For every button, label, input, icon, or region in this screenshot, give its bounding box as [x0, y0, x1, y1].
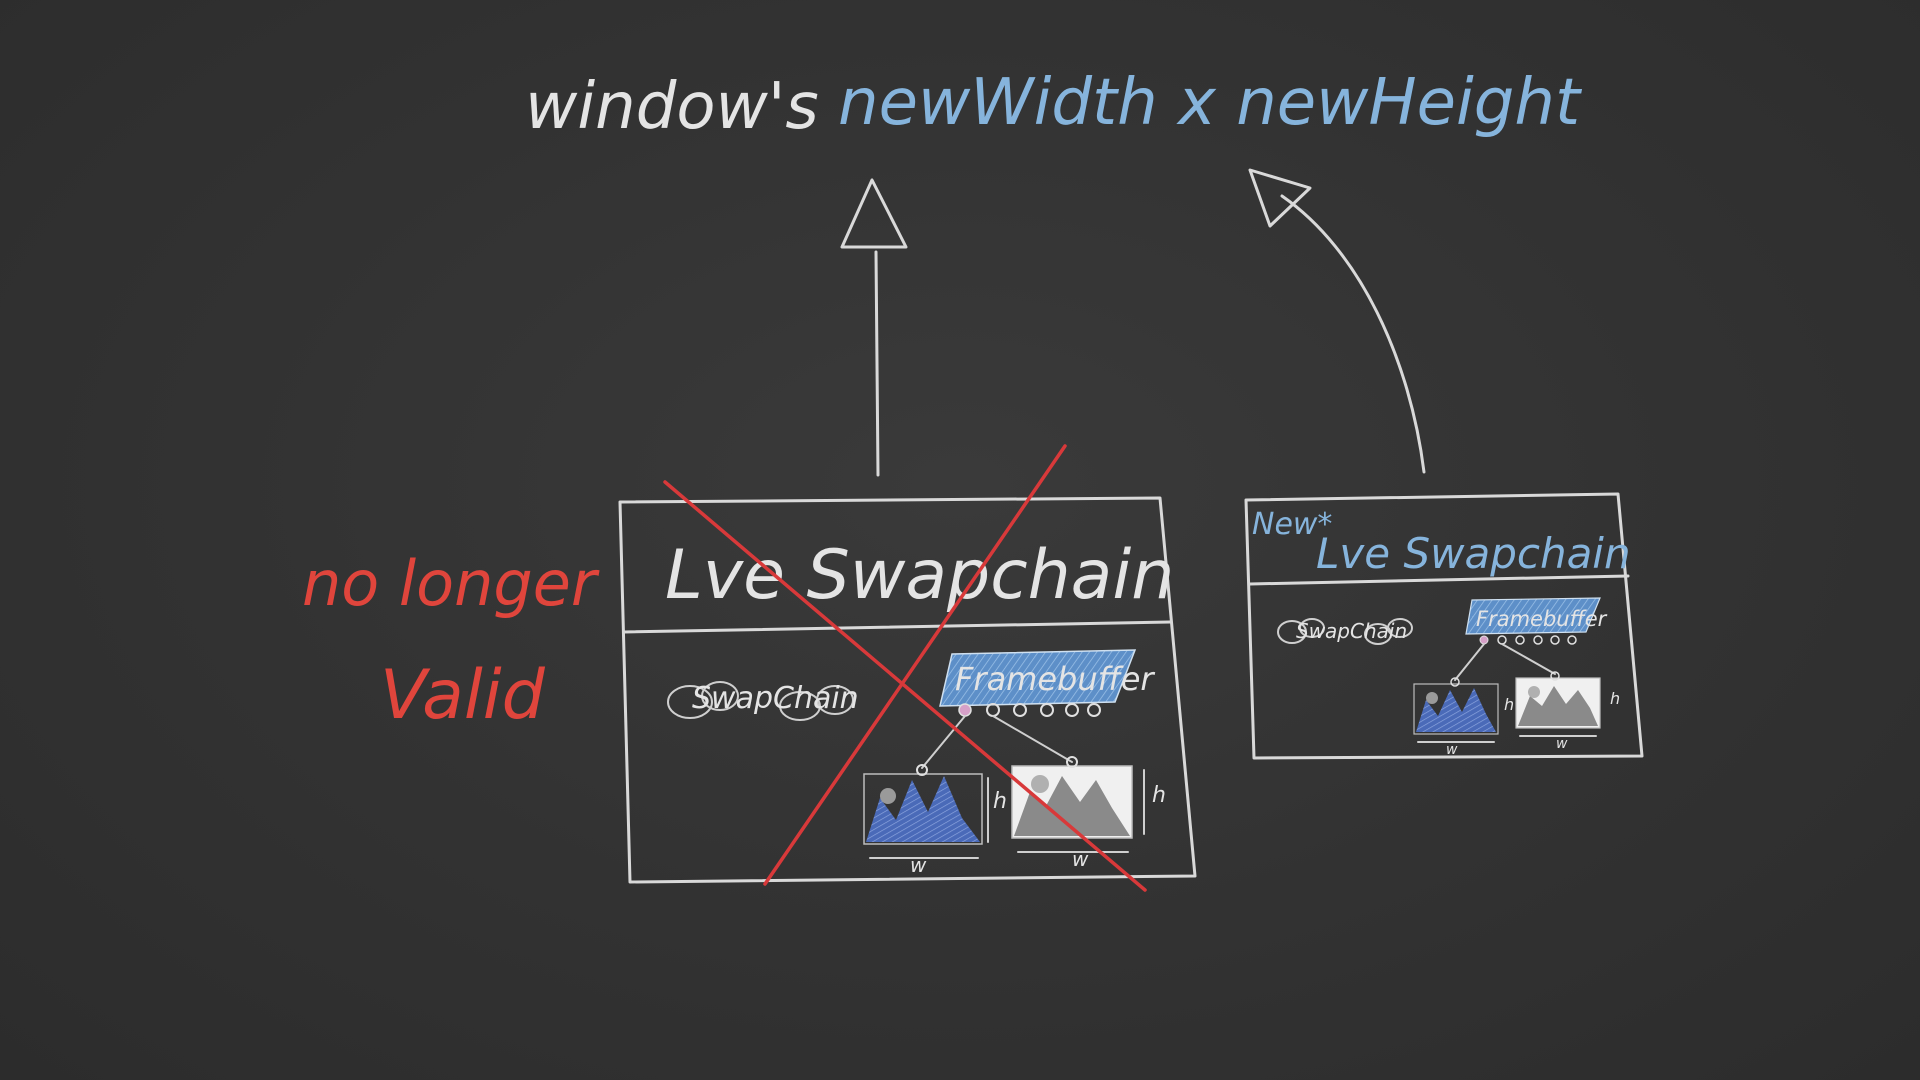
old-image-1-height: h — [993, 789, 1007, 814]
straight-arrow — [840, 178, 908, 477]
old-framebuffer-label: Framebuffer — [955, 660, 1155, 698]
new-framebuffer-label: Framebuffer — [1476, 607, 1608, 631]
new-image-1-height: h — [1504, 695, 1514, 714]
old-image-1-width: w — [910, 853, 927, 877]
new-swapchain-title: Lve Swapchain — [1316, 529, 1631, 578]
old-swapchain-label: SwapChain — [692, 681, 859, 716]
old-image-2-width: w — [1072, 847, 1089, 871]
new-image-1: h w — [1413, 677, 1514, 758]
new-image-1-width: w — [1446, 742, 1458, 758]
new-image-2-width: w — [1556, 736, 1568, 752]
new-image-2-height: h — [1610, 689, 1620, 708]
old-image-2-height: h — [1152, 783, 1166, 808]
annotation-valid: Valid — [380, 656, 546, 735]
old-image-1: h w — [863, 764, 1007, 877]
new-image-2: h w — [1515, 671, 1620, 752]
old-swapchain-logo: SwapChain — [667, 681, 859, 721]
annotation-no-longer: no longer — [302, 547, 600, 620]
new-swapchain-label: SwapChain — [1296, 619, 1407, 643]
diagram-canvas: window's newWidth x newHeight no longer … — [302, 66, 1644, 892]
chalkboard: window's newWidth x newHeight no longer … — [0, 0, 1920, 1080]
new-swapchain-box: New* Lve Swapchain SwapChain Framebuffer — [1244, 492, 1644, 760]
title-dimensions: newWidth x newHeight — [838, 66, 1583, 140]
old-image-2: h w — [1011, 756, 1166, 871]
curved-arrow — [1248, 168, 1426, 474]
new-swapchain-logo: SwapChain — [1277, 618, 1413, 645]
new-framebuffer: Framebuffer — [1454, 597, 1608, 681]
title-windows: window's — [525, 70, 819, 144]
old-framebuffer: Framebuffer — [921, 649, 1155, 769]
